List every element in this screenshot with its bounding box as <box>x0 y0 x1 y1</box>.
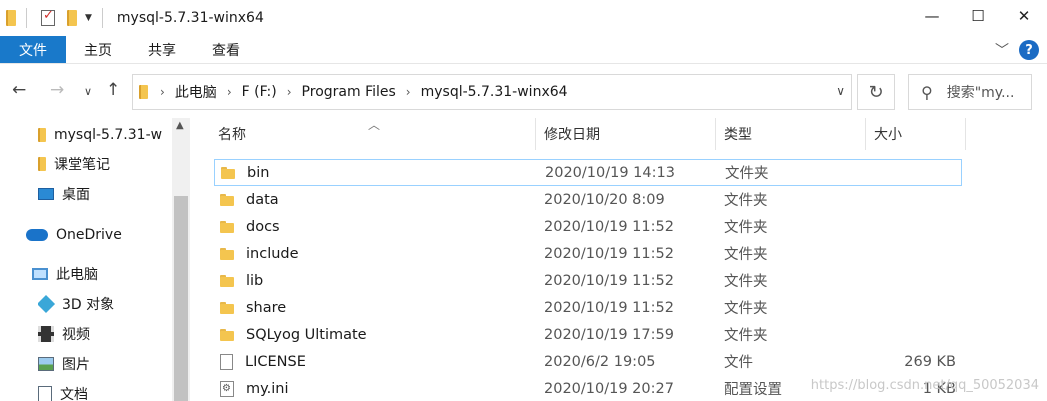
document-icon <box>38 386 52 401</box>
back-arrow-icon[interactable]: ← <box>12 80 26 100</box>
file-list: ︿ 名称 修改日期 类型 大小 bin 2020/10/19 14:13 文件夹… <box>190 118 1047 401</box>
forward-arrow-icon[interactable]: → <box>50 80 64 100</box>
breadcrumb: › 此电脑 › F (F:) › Program Files › mysql-5… <box>160 82 568 102</box>
nav-item-3d-objects[interactable]: 3D 对象 <box>38 291 114 317</box>
divider <box>101 8 103 28</box>
folder-icon <box>38 128 46 142</box>
column-type[interactable]: 类型 <box>716 118 866 150</box>
window-title: mysql-5.7.31-winx64 <box>116 10 264 26</box>
table-row[interactable]: include 2020/10/19 11:52 文件夹 <box>214 240 962 267</box>
video-icon <box>38 326 54 342</box>
table-row[interactable]: LICENSE 2020/6/2 19:05 文件 269 KB <box>214 348 962 375</box>
column-header: ︿ 名称 修改日期 类型 大小 <box>190 118 970 150</box>
column-size[interactable]: 大小 <box>866 118 966 150</box>
refresh-icon: ↻ <box>868 81 884 103</box>
breadcrumb-item-mysql[interactable]: mysql-5.7.31-winx64 <box>421 84 568 100</box>
nav-item-desktop[interactable]: 桌面 <box>38 181 90 207</box>
chevron-up-icon[interactable]: ▲ <box>176 120 184 131</box>
folder-icon <box>220 220 234 233</box>
column-name[interactable]: 名称 <box>210 118 536 150</box>
folder-icon <box>220 274 234 287</box>
picture-icon <box>38 357 54 371</box>
divider <box>26 8 27 28</box>
nav-item-this-pc[interactable]: 此电脑 <box>32 261 98 287</box>
table-row[interactable]: lib 2020/10/19 11:52 文件夹 <box>214 267 962 294</box>
folder-icon <box>221 166 235 179</box>
nav-item-documents[interactable]: 文档 <box>38 381 88 401</box>
chevron-down-icon[interactable]: ∨ <box>836 84 845 98</box>
table-row[interactable]: bin 2020/10/19 14:13 文件夹 <box>214 159 962 186</box>
file-icon <box>220 353 233 370</box>
up-arrow-icon[interactable]: ↑ <box>106 80 120 100</box>
folder-icon <box>6 10 16 26</box>
breadcrumb-item-drive[interactable]: F (F:) <box>242 84 277 100</box>
close-button[interactable]: ✕ <box>1001 0 1047 32</box>
breadcrumb-item-this-pc[interactable]: 此电脑 <box>175 82 217 102</box>
navigation-pane: mysql-5.7.31-w 课堂笔记 桌面 OneDrive 此电脑 3D 对… <box>0 118 190 401</box>
breadcrumb-item-program-files[interactable]: Program Files <box>302 84 396 100</box>
search-placeholder: 搜索"my... <box>946 85 1015 101</box>
config-file-icon <box>220 380 234 397</box>
recent-locations-chevron-icon[interactable]: ∨ <box>84 85 92 98</box>
properties-icon[interactable] <box>41 8 55 26</box>
table-row[interactable]: SQLyog Ultimate 2020/10/19 17:59 文件夹 <box>214 321 962 348</box>
folder-icon <box>220 193 234 206</box>
tab-home[interactable]: 主页 <box>66 36 130 63</box>
title-bar: ▼ mysql-5.7.31-winx64 — ☐ ✕ <box>0 0 1047 36</box>
cloud-icon <box>26 229 48 241</box>
table-row[interactable]: share 2020/10/19 11:52 文件夹 <box>214 294 962 321</box>
nav-item-pictures[interactable]: 图片 <box>38 351 90 377</box>
window-controls: — ☐ ✕ <box>909 0 1047 32</box>
nav-item-onedrive[interactable]: OneDrive <box>26 222 122 248</box>
tab-share[interactable]: 共享 <box>130 36 194 63</box>
new-folder-icon[interactable] <box>67 10 77 26</box>
search-icon: ⚲ <box>921 82 933 102</box>
address-row: ← → ∨ ↑ › 此电脑 › F (F:) › Program Files ›… <box>0 72 1047 112</box>
breadcrumb-separator-icon[interactable]: › <box>287 85 292 99</box>
nav-scrollbar[interactable]: ▲ <box>172 118 190 401</box>
column-date[interactable]: 修改日期 <box>536 118 716 150</box>
breadcrumb-separator-icon[interactable]: › <box>406 85 411 99</box>
folder-icon <box>220 247 234 260</box>
nav-item-videos[interactable]: 视频 <box>38 321 90 347</box>
maximize-button[interactable]: ☐ <box>955 0 1001 32</box>
folder-icon <box>139 85 148 99</box>
folder-icon <box>220 328 234 341</box>
minimize-button[interactable]: — <box>909 0 955 32</box>
address-bar[interactable]: › 此电脑 › F (F:) › Program Files › mysql-5… <box>132 74 852 110</box>
this-pc-icon <box>32 268 48 280</box>
ribbon-right: ﹀ ? <box>995 40 1039 60</box>
nav-item-notes[interactable]: 课堂笔记 <box>38 151 110 177</box>
chevron-down-icon[interactable]: ﹀ <box>995 40 1009 60</box>
tab-view[interactable]: 查看 <box>194 36 258 63</box>
watermark: https://blog.csdn.net/qq_50052034 <box>810 378 1039 393</box>
refresh-button[interactable]: ↻ <box>857 74 895 110</box>
quick-access-toolbar: ▼ mysql-5.7.31-winx64 <box>0 0 264 36</box>
cube-icon <box>38 294 56 314</box>
tab-file[interactable]: 文件 <box>0 36 66 63</box>
folder-icon <box>220 301 234 314</box>
ribbon-tabs: 文件 主页 共享 查看 ﹀ ? <box>0 36 1047 64</box>
chevron-down-icon[interactable]: ▼ <box>85 13 92 23</box>
table-row[interactable]: data 2020/10/20 8:09 文件夹 <box>214 186 962 213</box>
breadcrumb-separator-icon: › <box>160 85 165 99</box>
folder-icon <box>38 157 46 171</box>
desktop-icon <box>38 188 54 200</box>
help-icon[interactable]: ? <box>1019 40 1039 60</box>
scrollbar-thumb[interactable] <box>174 196 188 401</box>
breadcrumb-separator-icon[interactable]: › <box>227 85 232 99</box>
table-row[interactable]: docs 2020/10/19 11:52 文件夹 <box>214 213 962 240</box>
nav-item-mysql[interactable]: mysql-5.7.31-w <box>38 122 172 148</box>
search-input[interactable]: ⚲ 搜索"my... <box>908 74 1032 110</box>
